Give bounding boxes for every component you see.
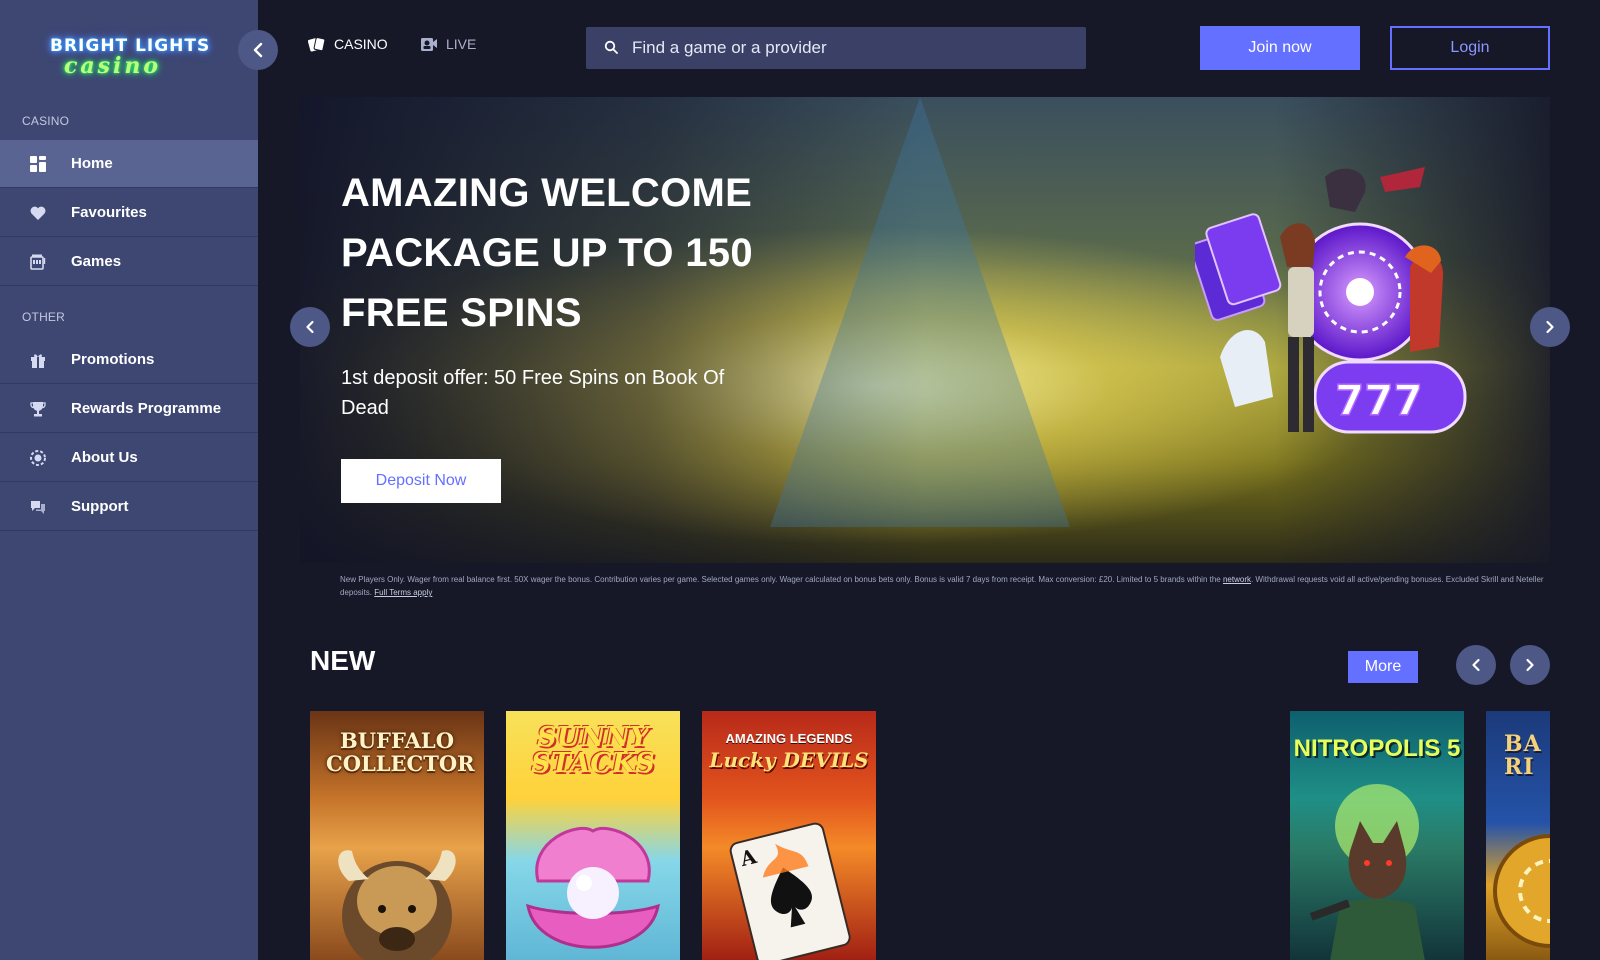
sidebar-item-label: Games	[71, 253, 122, 270]
topnav-live[interactable]: LIVE	[420, 36, 476, 52]
buffalo-illustration	[338, 850, 456, 960]
chip-icon	[29, 449, 47, 467]
game-tile-lucky-devils[interactable]: AMAZING LEGENDS Lucky DEVILS A	[702, 711, 876, 960]
game-title: BUFFALO COLLECTOR	[326, 728, 475, 776]
grid-icon	[29, 155, 47, 173]
sidebar-item-label: Favourites	[71, 204, 147, 221]
hero-banner: AMAZING WELCOME PACKAGE UP TO 150 FREE S…	[300, 97, 1550, 563]
terms-text-before: New Players Only. Wager from real balanc…	[340, 575, 1223, 584]
search-bar[interactable]	[586, 27, 1086, 69]
sidebar-item-label: Home	[71, 155, 113, 172]
games-prev-button[interactable]	[1456, 645, 1496, 685]
sidebar-item-games[interactable]: Games	[0, 238, 258, 286]
topnav-label: LIVE	[446, 36, 477, 52]
join-now-button[interactable]: Join now	[1200, 26, 1360, 70]
brand-logo[interactable]: BRIGHT LIGHTS casino	[50, 36, 210, 79]
game-title: NITROPOLIS 5	[1293, 735, 1461, 762]
hero-prev-button[interactable]	[290, 307, 330, 347]
game-title: SUNNY STACKS	[531, 722, 655, 779]
chevron-left-icon	[305, 320, 315, 334]
game-tile-nitropolis-5[interactable]: NITROPOLIS 5	[1290, 711, 1464, 960]
cards-icon	[308, 36, 326, 52]
sidebar-collapse-button[interactable]	[238, 30, 278, 70]
chat-icon	[29, 498, 47, 516]
sidebar-item-label: Promotions	[71, 351, 155, 368]
deposit-now-button[interactable]: Deposit Now	[341, 459, 501, 503]
sidebar-item-promotions[interactable]: Promotions	[0, 336, 258, 384]
game-title: BA RI	[1504, 731, 1542, 780]
game-tile-sunny-stacks[interactable]: SUNNY STACKS	[506, 711, 680, 960]
login-button[interactable]: Login	[1390, 26, 1550, 70]
sidebar-item-label: Rewards Programme	[71, 400, 222, 417]
games-next-button[interactable]	[1510, 645, 1550, 685]
live-dealer-icon	[420, 36, 438, 52]
sidebar-item-label: About Us	[71, 449, 138, 466]
logo-line-2: casino	[64, 53, 162, 79]
game-title: AMAZING LEGENDS	[725, 731, 853, 746]
game-tile-partial[interactable]: BA RI	[1486, 711, 1550, 960]
chevron-left-icon	[1471, 658, 1481, 672]
sidebar-item-label: Support	[71, 498, 129, 515]
topnav-casino[interactable]: CASINO	[308, 36, 388, 52]
hero-background-spire	[770, 97, 1070, 527]
game-tile-buffalo-collector[interactable]: BUFFALO COLLECTOR	[310, 711, 484, 960]
golden-wheel-illustration	[1493, 834, 1550, 948]
sidebar-item-about[interactable]: About Us	[0, 434, 258, 482]
sidebar-item-rewards[interactable]: Rewards Programme	[0, 385, 258, 433]
sidebar: BRIGHT LIGHTS casino CASINO Home Favouri…	[0, 0, 258, 960]
dog-soldier-illustration	[1309, 784, 1425, 960]
hero-next-button[interactable]	[1530, 307, 1570, 347]
slot-machine-icon	[29, 253, 47, 271]
chevron-right-icon	[1525, 658, 1535, 672]
sidebar-item-support[interactable]: Support	[0, 483, 258, 531]
ace-of-spades-illustration: A	[729, 822, 851, 960]
game-subtitle: Lucky DEVILS	[709, 748, 869, 772]
chevron-left-icon	[252, 42, 264, 58]
search-icon	[604, 40, 620, 56]
chevron-right-icon	[1545, 320, 1555, 334]
pearl-shell-illustration	[526, 826, 660, 949]
search-input[interactable]	[632, 38, 1072, 58]
section-title-casino: CASINO	[22, 114, 70, 128]
network-link[interactable]: network	[1223, 575, 1251, 584]
section-title-new: NEW	[310, 645, 376, 676]
sidebar-item-favourites[interactable]: Favourites	[0, 189, 258, 237]
heart-icon	[29, 204, 47, 222]
more-button[interactable]: More	[1348, 651, 1418, 683]
topnav-label: CASINO	[334, 36, 388, 52]
full-terms-link[interactable]: Full Terms apply	[374, 588, 432, 597]
section-title-other: OTHER	[22, 310, 65, 324]
trophy-icon	[29, 400, 47, 418]
hero-title: AMAZING WELCOME PACKAGE UP TO 150 FREE S…	[341, 171, 753, 335]
hero-subtitle: 1st deposit offer: 50 Free Spins on Book…	[341, 367, 725, 419]
hero-characters-illustration: 777	[1195, 167, 1467, 434]
terms-and-conditions: New Players Only. Wager from real balanc…	[340, 573, 1550, 599]
sidebar-item-home[interactable]: Home	[0, 140, 258, 188]
gift-icon	[29, 351, 47, 369]
svg-text:777: 777	[1335, 376, 1423, 425]
